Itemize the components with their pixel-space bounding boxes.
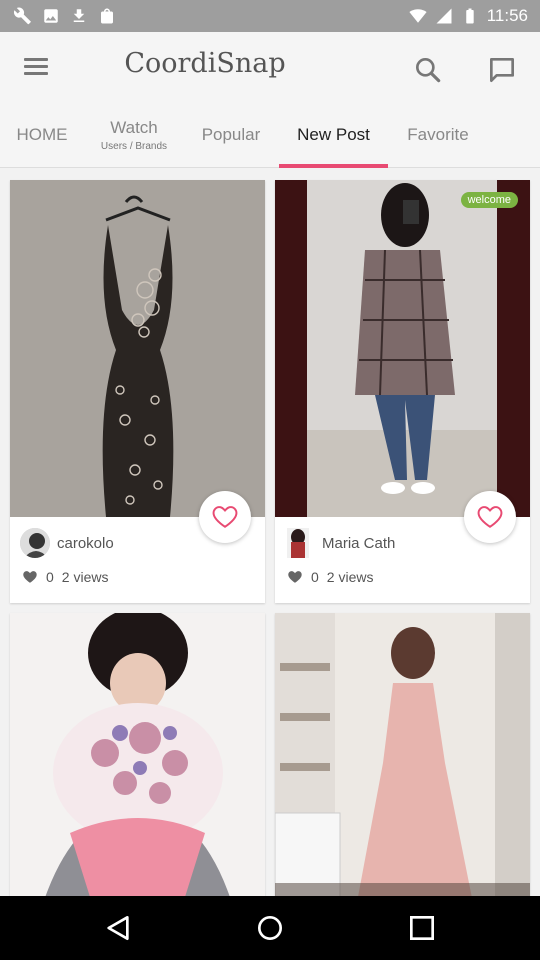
welcome-badge: welcome — [460, 192, 518, 208]
post-photo[interactable] — [275, 613, 530, 896]
recents-icon[interactable] — [406, 912, 438, 944]
heart-icon — [23, 571, 37, 583]
post-feed[interactable]: carokolo 0 2 views welcome Maria Cath 0 … — [0, 168, 540, 896]
post-card[interactable] — [275, 613, 530, 896]
download-icon — [73, 9, 85, 22]
tab-home[interactable]: HOME — [8, 102, 76, 168]
tab-label: HOME — [16, 125, 68, 144]
app-title: CoordiSnap — [124, 48, 286, 79]
tab-label: New Post — [297, 125, 370, 144]
heart-icon — [288, 571, 302, 583]
tab-favorite[interactable]: Favorite — [398, 102, 478, 168]
notification-icons — [14, 7, 116, 25]
avatar-image — [287, 528, 309, 558]
post-stats: 0 2 views — [22, 569, 108, 585]
like-count: 0 — [46, 569, 54, 585]
tab-bar: HOME Watch Users / Brands Popular New Po… — [0, 102, 540, 168]
tab-label: Popular — [201, 125, 261, 144]
heart-outline-icon — [212, 506, 238, 528]
tab-watch[interactable]: Watch Users / Brands — [92, 102, 176, 168]
wrench-icon — [14, 7, 31, 25]
view-count: 2 views — [61, 569, 109, 585]
message-icon[interactable] — [486, 54, 518, 86]
battery-icon — [465, 8, 474, 24]
app-bar: CoordiSnap — [0, 32, 540, 102]
tab-popular[interactable]: Popular — [192, 102, 270, 168]
selfie-photo — [275, 180, 530, 517]
post-stats: 0 2 views — [287, 569, 373, 585]
avatar[interactable] — [287, 528, 309, 558]
post-username[interactable]: Maria Cath — [322, 535, 395, 552]
tab-label: Favorite — [407, 125, 469, 144]
tab-sublabel: Users / Brands — [100, 141, 168, 152]
like-count: 0 — [311, 569, 319, 585]
post-card[interactable] — [10, 613, 265, 896]
tab-label: Watch — [110, 118, 158, 137]
wifi-icon — [409, 9, 427, 23]
system-nav-bar — [0, 896, 540, 960]
view-count: 2 views — [326, 569, 374, 585]
like-button[interactable] — [199, 491, 251, 543]
post-card[interactable]: welcome Maria Cath 0 2 views — [275, 180, 530, 603]
heart-outline-icon — [477, 506, 503, 528]
post-card[interactable]: carokolo 0 2 views — [10, 180, 265, 603]
avatar[interactable] — [20, 528, 50, 558]
dress-photo — [10, 180, 265, 517]
search-icon[interactable] — [412, 54, 444, 86]
post-username[interactable]: carokolo — [57, 535, 114, 552]
home-icon[interactable] — [254, 912, 286, 944]
post-photo[interactable] — [275, 180, 530, 517]
status-bar: 11:56 — [0, 0, 540, 32]
back-icon[interactable] — [102, 912, 134, 944]
post-photo[interactable] — [10, 613, 265, 896]
signal-icon — [436, 8, 452, 24]
like-button[interactable] — [464, 491, 516, 543]
image-icon — [44, 9, 58, 23]
post-photo[interactable] — [10, 180, 265, 517]
status-time: 11:56 — [486, 6, 528, 25]
avatar-image — [20, 528, 50, 558]
tab-new-post[interactable]: New Post — [279, 102, 388, 168]
dress-selfie-photo — [275, 613, 530, 896]
bouquet-photo — [10, 613, 265, 896]
bag-icon — [101, 8, 113, 24]
